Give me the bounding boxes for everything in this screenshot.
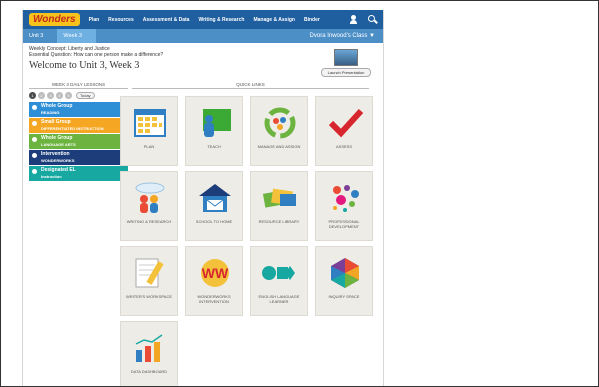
house-mail-icon [195, 182, 235, 214]
circle-arrow-icon [32, 153, 37, 158]
lesson-title: Designated EL [41, 167, 76, 173]
circle-arrow-icon [32, 137, 37, 142]
quick-link-tile[interactable]: INQUIRY SPACE [315, 246, 373, 316]
quick-link-label: DATA DASHBOARD [130, 369, 168, 374]
people-cloud-icon [130, 182, 170, 214]
lesson-title: Intervention [41, 151, 70, 157]
lesson-subtitle: READING [41, 109, 60, 115]
svg-text:WW: WW [202, 265, 229, 281]
day-1-button[interactable]: 1 [29, 92, 36, 99]
quick-link-label: WONDERWORKS INTERVENTION [197, 294, 231, 304]
quick-link-label: ENGLISH LANGUAGE LEARNER [258, 294, 300, 304]
nav-resources[interactable]: Resources [108, 17, 134, 23]
quick-links-panel: QUICK LINKS PLAN TEACH MANAGE AND ASSIGN AS… [118, 82, 383, 387]
teacher-board-icon [195, 107, 235, 139]
nav-assessment-data[interactable]: Assessment & Data [143, 17, 190, 23]
lesson-item[interactable]: Small Group DIFFERENTIATED INSTRUCTION [29, 118, 128, 133]
quick-link-label: TEACH [207, 144, 221, 149]
quick-link-tile[interactable]: MANAGE AND ASSIGN [250, 96, 308, 166]
lesson-subtitle: LANGUAGE ARTS [41, 141, 76, 147]
launch-presentation[interactable]: Launch Presentation [321, 49, 371, 77]
quick-link-tile[interactable]: PROFESSIONAL DEVELOPMENT [315, 171, 373, 241]
day-selector: 1 2 3 4 5 Today [29, 92, 128, 99]
quick-links-grid: PLAN TEACH MANAGE AND ASSIGN ASSESS WRITING … [120, 96, 383, 387]
quick-link-label: INQUIRY SPACE [328, 294, 360, 299]
quick-link-tile[interactable]: RESOURCE LIBRARY [250, 171, 308, 241]
day-3-button[interactable]: 3 [47, 92, 54, 99]
weekly-concept: Weekly Concept: Liberty and Justice Esse… [29, 46, 163, 58]
pencil-paper-icon [130, 257, 170, 289]
presentation-thumbnail[interactable] [334, 49, 358, 66]
quick-link-label: SCHOOL TO HOME [195, 219, 233, 224]
breadcrumb-unit[interactable]: Unit 3 [23, 29, 57, 43]
quick-link-tile[interactable]: TEACH [185, 96, 243, 166]
shapes-icon [260, 257, 300, 289]
lesson-title: Small Group [41, 119, 71, 125]
nav-manage-assign[interactable]: Manage & Assign [253, 17, 295, 23]
launch-presentation-button[interactable]: Launch Presentation [321, 68, 371, 77]
quick-link-tile[interactable]: ASSESS [315, 96, 373, 166]
search-icon[interactable] [368, 15, 377, 24]
lesson-title: Whole Group [41, 135, 73, 141]
circle-arrow-icon [32, 105, 37, 110]
quick-link-tile[interactable]: WRITING & RESEARCH [120, 171, 178, 241]
quick-link-tile[interactable]: WW WONDERWORKS INTERVENTION [185, 246, 243, 316]
lesson-subtitle: Instruction [41, 173, 62, 179]
lesson-subtitle: DIFFERENTIATED INSTRUCTION [41, 125, 104, 131]
lesson-item[interactable]: Intervention WONDERWORKS [29, 150, 128, 165]
day-4-button[interactable]: 4 [56, 92, 63, 99]
books-icon [260, 182, 300, 214]
day-2-button[interactable]: 2 [38, 92, 45, 99]
quick-link-label: ASSESS [335, 144, 352, 149]
circle-arrow-icon [32, 169, 37, 174]
lesson-item[interactable]: Whole Group LANGUAGE ARTS [29, 134, 128, 149]
calendar-icon [130, 107, 170, 139]
quick-link-label: WRITER'S WORKSPACE [125, 294, 173, 299]
user-icon[interactable] [349, 15, 358, 24]
page-title: Welcome to Unit 3, Week 3 [29, 60, 140, 71]
recycle-people-icon [260, 107, 300, 139]
quick-link-tile[interactable]: DATA DASHBOARD [120, 321, 178, 387]
quick-link-tile[interactable]: SCHOOL TO HOME [185, 171, 243, 241]
quick-links-heading: QUICK LINKS [132, 82, 369, 89]
lesson-item[interactable]: Whole Group READING [29, 102, 128, 117]
essential-question: Essential Question: How can one person m… [29, 52, 164, 58]
quick-link-tile[interactable]: ENGLISH LANGUAGE LEARNER [250, 246, 308, 316]
lesson-item[interactable]: Designated EL Instruction [29, 166, 128, 181]
nav-plan[interactable]: Plan [89, 17, 100, 23]
page-header: Weekly Concept: Liberty and Justice Esse… [23, 43, 383, 87]
wonders-logo[interactable]: Wonders [29, 13, 80, 26]
nav-binder[interactable]: Binder [304, 17, 320, 23]
daily-lessons-heading: WEEK 3 DAILY LESSONS [29, 82, 128, 89]
hexagon-icon [325, 257, 365, 289]
quick-link-label: PROFESSIONAL DEVELOPMENT [328, 219, 360, 229]
day-5-button[interactable]: 5 [65, 92, 72, 99]
quick-link-label: PLAN [143, 144, 155, 149]
bar-chart-icon [130, 332, 170, 364]
quick-link-label: WRITING & RESEARCH [126, 219, 172, 224]
quick-link-label: RESOURCE LIBRARY [258, 219, 300, 224]
breadcrumb-week[interactable]: Week 3 [57, 29, 96, 43]
quick-link-tile[interactable]: PLAN [120, 96, 178, 166]
breadcrumb: Unit 3 Week 3 Dvora Inwood's Class ▼ [23, 29, 383, 43]
quick-link-tile[interactable]: WRITER'S WORKSPACE [120, 246, 178, 316]
lesson-list: Whole Group READING Small Group DIFFERENTIA… [29, 102, 128, 181]
ww-logo-icon: WW [195, 257, 235, 289]
daily-lessons-panel: WEEK 3 DAILY LESSONS 1 2 3 4 5 Today Who… [29, 82, 128, 182]
lesson-subtitle: WONDERWORKS [41, 157, 75, 163]
class-selector[interactable]: Dvora Inwood's Class ▼ [310, 33, 383, 39]
nav-writing-research[interactable]: Writing & Research [198, 17, 244, 23]
checkmark-icon [325, 107, 365, 139]
top-navigation: Wonders Plan Resources Assessment & Data… [23, 10, 383, 29]
lesson-title: Whole Group [41, 103, 73, 109]
today-button[interactable]: Today [76, 92, 95, 99]
dots-icon [325, 182, 365, 214]
app-window: Wonders Plan Resources Assessment & Data… [22, 10, 384, 387]
circle-arrow-icon [32, 121, 37, 126]
quick-link-label: MANAGE AND ASSIGN [257, 144, 301, 149]
